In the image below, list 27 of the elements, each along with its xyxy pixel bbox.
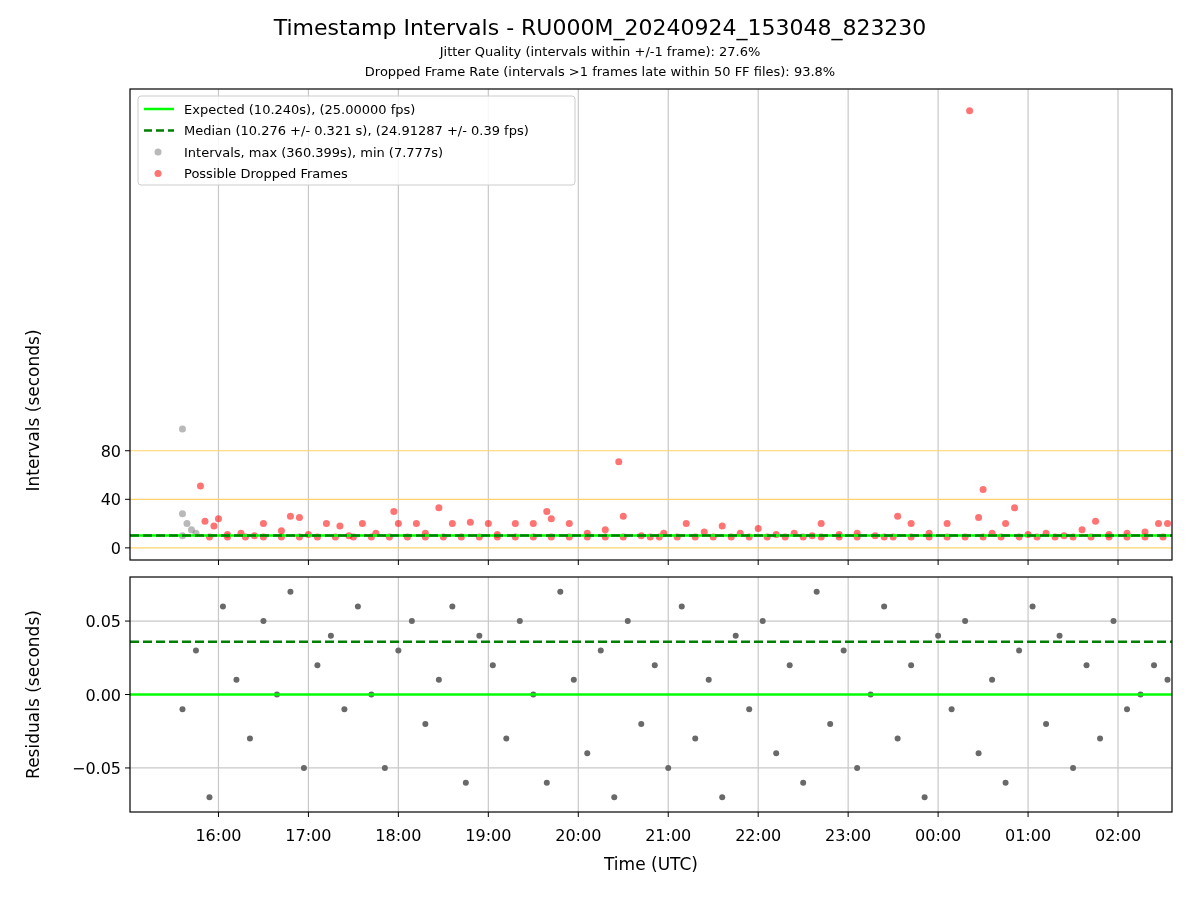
tick-label: 0.00: [85, 685, 121, 705]
axis-label: Time (UTC): [604, 854, 698, 874]
tick-label: 40: [100, 490, 121, 510]
tick-label: 23:00: [825, 826, 872, 845]
tick-label: 80: [100, 441, 121, 461]
tick-label: 18:00: [375, 826, 422, 845]
axis-label: Intervals (seconds): [23, 329, 43, 492]
tick-label: −0.05: [71, 758, 121, 778]
tick-label: 16:00: [195, 826, 242, 845]
tick-label: 22:00: [735, 826, 782, 845]
tick-label: 01:00: [1005, 826, 1052, 845]
figure-subtitle: Dropped Frame Rate (intervals >1 frames late within 50 FF files): 93.8%: [364, 63, 836, 81]
tick-label: 19:00: [465, 826, 512, 845]
legend-label: Expected (10.240s), (25.00000 fps): [184, 101, 416, 117]
legend-label: Possible Dropped Frames: [184, 166, 348, 181]
tick-label: 20:00: [555, 826, 602, 845]
axis-label: Residuals (seconds): [23, 610, 43, 779]
tick-label: 21:00: [645, 826, 692, 845]
tick-label: 00:00: [915, 826, 962, 845]
legend-label: Intervals, max (360.399s), min (7.777s): [184, 144, 443, 160]
tick-label: 02:00: [1094, 826, 1142, 845]
tick-label: 0.05: [85, 612, 121, 632]
legend-label: Median (10.276 +/- 0.321 s), (24.91287 +/- 0.39 fps): [184, 123, 529, 138]
figure-title: Timestamp Intervals - RU000M_20240924_153048_823230: [273, 14, 927, 42]
tick-label: 17:00: [285, 826, 332, 845]
figure-subtitle: Jitter Quality (intervals within +/-1 frame): 27.6%: [439, 43, 761, 61]
tick-label: 0: [110, 538, 121, 558]
